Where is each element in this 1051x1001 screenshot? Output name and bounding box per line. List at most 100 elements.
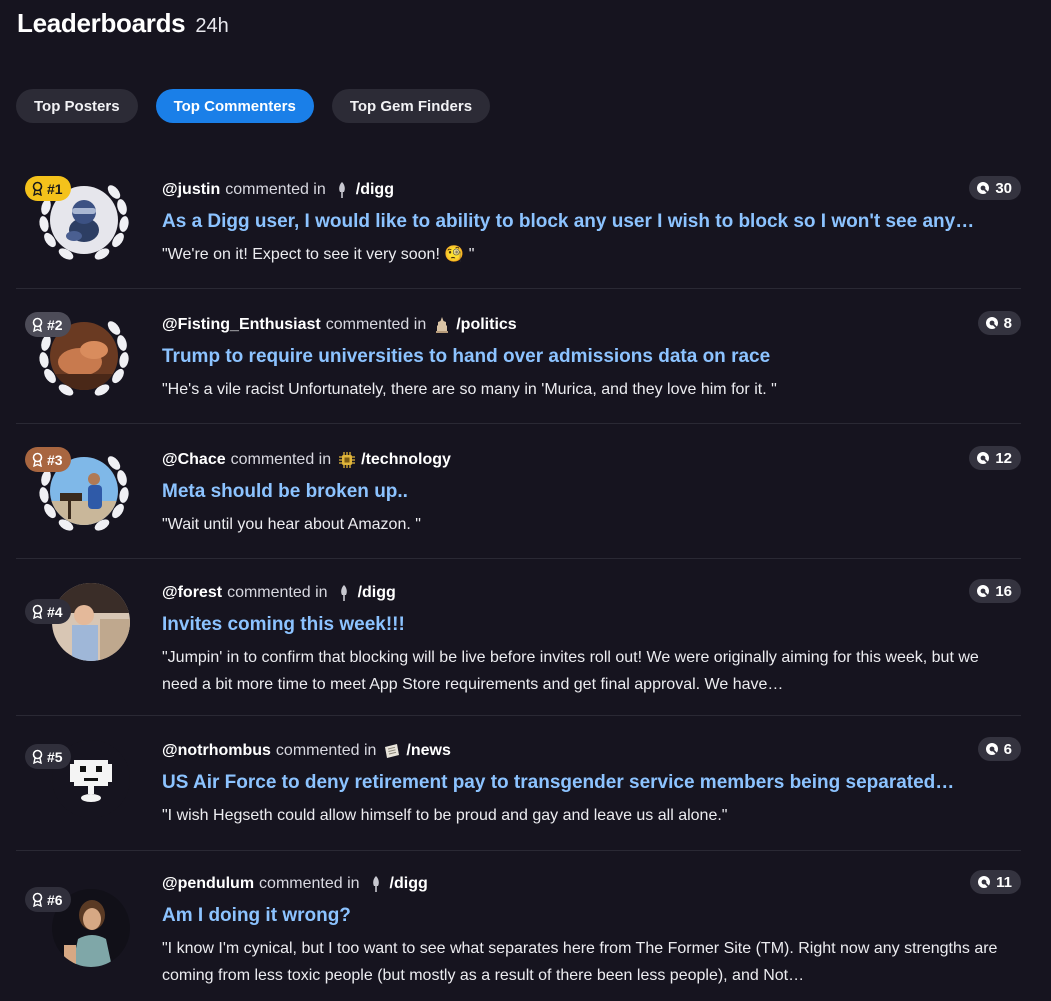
rank-number: #3: [47, 451, 63, 468]
comment-text: "Wait until you hear about Amazon. ": [162, 516, 421, 533]
username-link[interactable]: @notrhombus: [162, 742, 271, 760]
comment-count-badge[interactable]: 6: [977, 737, 1021, 761]
comment-text: "Jumpin' in to confirm that blocking wil…: [162, 649, 979, 693]
avatar-with-badge[interactable]: #5: [25, 716, 140, 828]
tab-top-posters[interactable]: Top Posters: [16, 89, 138, 123]
avatar-with-wreath[interactable]: #3: [25, 435, 140, 547]
rank-number: #5: [47, 748, 63, 765]
award-icon: [32, 749, 43, 764]
post-title-link[interactable]: As a Digg user, I would like to ability …: [162, 211, 1002, 233]
rank-badge: #1: [25, 176, 71, 201]
avatar-with-badge[interactable]: #6: [25, 851, 140, 967]
username-link[interactable]: @pendulum: [162, 875, 254, 893]
rank-badge: #6: [25, 887, 71, 912]
post-title-link[interactable]: Am I doing it wrong?: [162, 905, 1002, 927]
rank-number: #1: [47, 180, 63, 197]
comment-count-badge[interactable]: 11: [970, 870, 1021, 894]
rank-badge: #3: [25, 447, 71, 472]
comment-icon: [977, 585, 990, 598]
community-link[interactable]: /news: [406, 742, 450, 760]
comment-icon: [985, 743, 998, 756]
post-title-link[interactable]: Meta should be broken up..: [162, 481, 1002, 503]
comment-content: @notrhombus commented in /news US Air Fo…: [162, 740, 1003, 829]
comment-text: "We're on it! Expect to see it very soon…: [162, 246, 475, 263]
list-item: #4 @forest commented in /digg Invites co…: [16, 559, 1021, 716]
post-title-link[interactable]: US Air Force to deny retirement pay to t…: [162, 772, 1002, 794]
comment-icon: [977, 452, 990, 465]
comment-meta: @forest commented in /digg: [162, 582, 1003, 604]
newspaper-icon: [385, 744, 400, 758]
action-text: commented in: [275, 742, 377, 759]
comment-count: 16: [995, 582, 1012, 600]
comment-text: "He's a vile racist Unfortunately, there…: [162, 381, 777, 398]
comment-count: 12: [995, 449, 1012, 467]
comment-meta: @pendulum commented in /digg: [162, 873, 1003, 895]
community-link[interactable]: /digg: [358, 584, 396, 602]
leaderboards-page: Leaderboards 24h Top Posters Top Comment…: [0, 0, 1051, 1001]
list-item: #2 @Fisting_Enthusiast commented in /pol…: [16, 289, 1021, 424]
digg-shovel-icon: [338, 182, 345, 198]
rank-number: #4: [47, 603, 63, 620]
comment-count: 8: [1003, 314, 1012, 332]
list-item: #3 @Chace commented in /technology Meta …: [16, 424, 1021, 559]
list-item: #6 @pendulum commented in /digg Am I doi…: [16, 851, 1021, 1001]
rank-badge: #4: [25, 599, 71, 624]
comment-content: @pendulum commented in /digg Am I doing …: [162, 873, 1003, 989]
comment-content: @Fisting_Enthusiast commented in /politi…: [162, 314, 1003, 403]
comment-content: @justin commented in /digg As a Digg use…: [162, 179, 1003, 268]
rank-number: #2: [47, 316, 63, 333]
community-link[interactable]: /digg: [356, 181, 394, 199]
comment-meta: @Fisting_Enthusiast commented in /politi…: [162, 314, 1003, 336]
comment-count-badge[interactable]: 30: [969, 176, 1021, 200]
comment-content: @forest commented in /digg Invites comin…: [162, 582, 1003, 698]
comment-meta: @notrhombus commented in /news: [162, 740, 1003, 762]
comment-icon: [977, 182, 990, 195]
comment-count: 30: [995, 179, 1012, 197]
comment-count-badge[interactable]: 12: [969, 446, 1021, 470]
post-title-link[interactable]: Invites coming this week!!!: [162, 614, 1002, 636]
rank-badge: #5: [25, 744, 71, 769]
page-header: Leaderboards 24h: [17, 8, 229, 39]
award-icon: [32, 604, 43, 619]
community-link[interactable]: /digg: [390, 875, 428, 893]
comment-meta: @Chace commented in /technology: [162, 449, 1003, 471]
comment-meta: @justin commented in /digg: [162, 179, 1003, 201]
community-link[interactable]: /politics: [456, 316, 516, 334]
list-item: #5 @notrhombus commented in /news US Air…: [16, 716, 1021, 851]
action-text: commented in: [225, 181, 326, 198]
action-text: commented in: [227, 584, 328, 601]
award-icon: [32, 317, 43, 332]
username-link[interactable]: @Fisting_Enthusiast: [162, 316, 321, 334]
comment-icon: [978, 876, 991, 889]
politics-icon: [436, 317, 449, 333]
rank-badge: #2: [25, 312, 71, 337]
rank-number: #6: [47, 891, 63, 908]
comment-text: "I know I'm cynical, but I too want to s…: [162, 940, 998, 984]
avatar-with-wreath[interactable]: #2: [25, 300, 140, 412]
digg-shovel-icon: [372, 876, 379, 892]
comment-text: "I wish Hegseth could allow himself to b…: [162, 807, 728, 824]
award-icon: [32, 452, 43, 467]
comment-icon: [985, 317, 998, 330]
avatar-with-badge[interactable]: #4: [25, 559, 140, 671]
comment-count-badge[interactable]: 8: [977, 311, 1021, 335]
digg-shovel-icon: [340, 585, 347, 601]
leaderboard-tabs: Top Posters Top Commenters Top Gem Finde…: [16, 89, 491, 123]
username-link[interactable]: @forest: [162, 584, 222, 602]
post-title-link[interactable]: Trump to require universities to hand ov…: [162, 346, 1002, 368]
action-text: commented in: [325, 316, 427, 333]
avatar-with-wreath[interactable]: #1: [25, 164, 140, 276]
tab-top-gem-finders[interactable]: Top Gem Finders: [331, 89, 491, 123]
username-link[interactable]: @justin: [162, 181, 220, 199]
comment-count: 6: [1003, 740, 1012, 758]
leaderboard-list: #1 @justin commented in /digg As a Digg …: [16, 154, 1021, 1001]
award-icon: [32, 181, 43, 196]
community-link[interactable]: /technology: [361, 451, 451, 469]
tab-top-commenters[interactable]: Top Commenters: [155, 89, 314, 123]
action-text: commented in: [230, 451, 332, 468]
time-period-label: 24h: [195, 15, 229, 37]
chip-icon: [339, 452, 356, 468]
comment-content: @Chace commented in /technology Meta sho…: [162, 449, 1003, 538]
comment-count-badge[interactable]: 16: [969, 579, 1021, 603]
username-link[interactable]: @Chace: [162, 451, 226, 469]
